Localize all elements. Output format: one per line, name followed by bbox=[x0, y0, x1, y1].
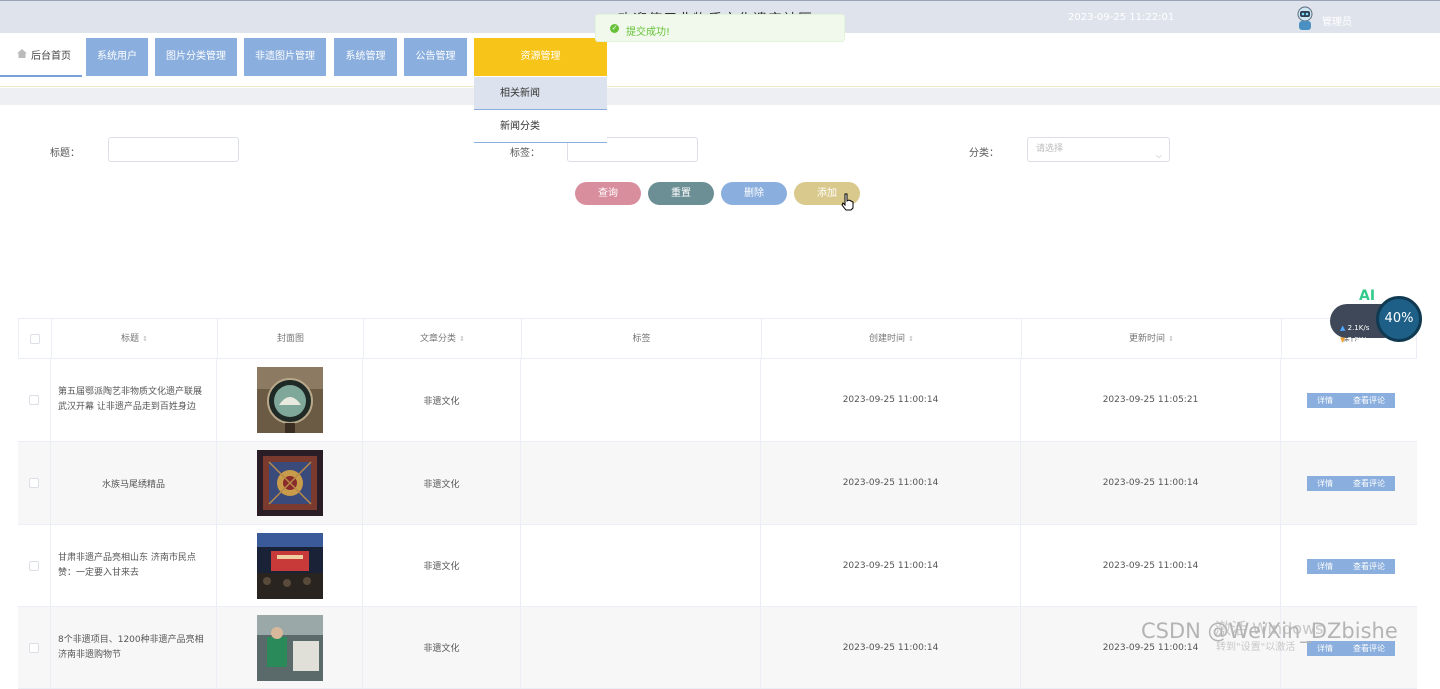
nav-home[interactable]: 后台首页 bbox=[0, 33, 82, 77]
sort-icon[interactable]: ⇕ bbox=[142, 335, 148, 343]
dropdown-item-news[interactable]: 相关新闻 bbox=[474, 77, 607, 110]
row-created: 2023-09-25 11:00:14 bbox=[761, 607, 1021, 688]
admin-avatar-icon[interactable] bbox=[1294, 5, 1316, 31]
sort-icon[interactable]: ⇕ bbox=[1168, 335, 1174, 343]
row-tags bbox=[521, 442, 761, 524]
row-tags bbox=[521, 525, 761, 606]
row-actions: 详情 查看评论 bbox=[1281, 442, 1417, 524]
sort-icon[interactable]: ⇕ bbox=[459, 335, 465, 343]
check-icon: ✓ bbox=[610, 24, 619, 33]
row-checkbox-cell[interactable] bbox=[18, 442, 51, 524]
nav-item-resources[interactable]: 资源管理 bbox=[474, 38, 607, 76]
table-row: 水族马尾绣精品 非遗文化 2023-09-25 11:00:14 2023-09… bbox=[18, 442, 1417, 525]
row-checkbox[interactable] bbox=[29, 478, 39, 488]
header-category[interactable]: 文章分类 ⇕ bbox=[364, 319, 522, 359]
up-arrow-icon: ▲ bbox=[1340, 324, 1346, 332]
upload-speed: ▲ 2.1K/s bbox=[1340, 324, 1370, 332]
row-created: 2023-09-25 11:00:14 bbox=[761, 359, 1021, 441]
row-title: 8个非遗项目、1200种非遗产品亮相济南非遗购物节 bbox=[51, 607, 217, 688]
header-cover: 封面图 bbox=[218, 319, 364, 359]
row-cover bbox=[217, 359, 363, 441]
row-category: 非遗文化 bbox=[363, 607, 521, 688]
resources-dropdown: 相关新闻 新闻分类 bbox=[474, 77, 607, 143]
view-comments-button[interactable]: 查看评论 bbox=[1343, 558, 1395, 574]
select-all-checkbox[interactable] bbox=[30, 334, 40, 344]
cover-image bbox=[256, 614, 323, 681]
query-button[interactable]: 查询 bbox=[575, 182, 641, 205]
content-separator bbox=[0, 88, 1440, 105]
table-row: 第五届鄂派陶艺非物质文化遗产联展武汉开幕 让非遗产品走到百姓身边 非遗文化 20… bbox=[18, 359, 1417, 442]
tag-label: 标签： bbox=[510, 148, 540, 159]
chevron-down-icon: ⌵ bbox=[1155, 151, 1162, 160]
row-created: 2023-09-25 11:00:14 bbox=[761, 442, 1021, 524]
header-tags: 标签 bbox=[522, 319, 762, 359]
view-comments-button[interactable]: 查看评论 bbox=[1343, 476, 1395, 491]
dropdown-item-news-category[interactable]: 新闻分类 bbox=[474, 110, 607, 143]
row-updated: 2023-09-25 11:00:14 bbox=[1021, 442, 1281, 524]
home-icon bbox=[17, 49, 27, 58]
detail-button[interactable]: 详情 bbox=[1307, 476, 1343, 491]
category-placeholder: 请选择 bbox=[1036, 144, 1064, 154]
category-select[interactable]: 请选择 ⌵ bbox=[1027, 137, 1170, 162]
header-created[interactable]: 创建时间 ⇕ bbox=[762, 319, 1022, 359]
nav-item-notice[interactable]: 公告管理 bbox=[404, 38, 467, 76]
row-category: 非遗文化 bbox=[363, 359, 521, 441]
cover-image bbox=[256, 367, 323, 433]
row-checkbox[interactable] bbox=[29, 395, 39, 405]
row-checkbox-cell[interactable] bbox=[18, 525, 51, 606]
title-input[interactable] bbox=[108, 137, 239, 162]
admin-name[interactable]: 管理员 bbox=[1322, 13, 1352, 28]
row-cover bbox=[217, 442, 363, 524]
network-speed-widget[interactable]: AI ▲ 2.1K/s ▼ 2.9K/s 40% bbox=[1330, 288, 1422, 344]
header-title[interactable]: 标题 ⇕ bbox=[52, 319, 218, 359]
nav-item-heritage-images[interactable]: 非遗图片管理 bbox=[244, 38, 326, 76]
ai-label: AI bbox=[1359, 288, 1376, 304]
download-speed: ▼ 2.9K/s bbox=[1340, 336, 1370, 344]
row-updated: 2023-09-25 11:05:21 bbox=[1021, 359, 1281, 441]
header-select-all[interactable] bbox=[19, 319, 52, 359]
row-checkbox[interactable] bbox=[29, 560, 39, 571]
row-title: 第五届鄂派陶艺非物质文化遗产联展武汉开幕 让非遗产品走到百姓身边 bbox=[51, 359, 217, 441]
title-label: 标题： bbox=[50, 148, 80, 159]
cover-image bbox=[256, 532, 323, 599]
delete-button[interactable]: 删除 bbox=[721, 182, 787, 205]
table-header: 标题 ⇕ 封面图 文章分类 ⇕ 标签 创建时间 ⇕ 更新时间 ⇕ 操作 bbox=[18, 318, 1417, 359]
row-tags bbox=[521, 607, 761, 688]
nav-home-label: 后台首页 bbox=[31, 51, 71, 62]
success-toast: ✓ 提交成功! bbox=[595, 14, 845, 42]
row-updated: 2023-09-25 11:00:14 bbox=[1021, 525, 1281, 606]
detail-button[interactable]: 详情 bbox=[1307, 558, 1343, 574]
header-updated[interactable]: 更新时间 ⇕ bbox=[1022, 319, 1282, 359]
row-title: 水族马尾绣精品 bbox=[51, 442, 217, 524]
table-row: 甘肃非遗产品亮相山东 济南市民点赞：一定要入甘来去 非遗文化 2023-09-2… bbox=[18, 525, 1417, 607]
row-created: 2023-09-25 11:00:14 bbox=[761, 525, 1021, 606]
row-cover bbox=[217, 525, 363, 606]
row-title: 甘肃非遗产品亮相山东 济南市民点赞：一定要入甘来去 bbox=[51, 525, 217, 606]
row-category: 非遗文化 bbox=[363, 525, 521, 606]
nav-item-users[interactable]: 系统用户 bbox=[86, 38, 148, 76]
csdn-watermark: CSDN @WeiXin_DZbishe bbox=[1141, 619, 1398, 643]
nav-item-system[interactable]: 系统管理 bbox=[334, 38, 397, 76]
reset-button[interactable]: 重置 bbox=[648, 182, 714, 205]
header-datetime: 2023-09-25 11:22:01 bbox=[1068, 12, 1175, 23]
row-tags bbox=[521, 359, 761, 441]
view-comments-button[interactable]: 查看评论 bbox=[1343, 393, 1395, 408]
row-actions: 详情 查看评论 bbox=[1281, 359, 1417, 441]
down-arrow-icon: ▼ bbox=[1340, 336, 1346, 344]
toast-text: 提交成功! bbox=[626, 27, 671, 38]
detail-button[interactable]: 详情 bbox=[1307, 393, 1343, 408]
category-label: 分类： bbox=[969, 148, 999, 159]
row-actions: 详情 查看评论 bbox=[1281, 525, 1417, 606]
row-checkbox[interactable] bbox=[29, 642, 39, 653]
usage-percent[interactable]: 40% bbox=[1376, 296, 1422, 342]
cover-image bbox=[256, 450, 323, 516]
nav-item-image-category[interactable]: 图片分类管理 bbox=[155, 38, 237, 76]
row-checkbox-cell[interactable] bbox=[18, 359, 51, 441]
row-cover bbox=[217, 607, 363, 688]
row-checkbox-cell[interactable] bbox=[18, 607, 51, 688]
row-category: 非遗文化 bbox=[363, 442, 521, 524]
hand-cursor-icon bbox=[841, 193, 854, 211]
sort-icon[interactable]: ⇕ bbox=[908, 335, 914, 343]
